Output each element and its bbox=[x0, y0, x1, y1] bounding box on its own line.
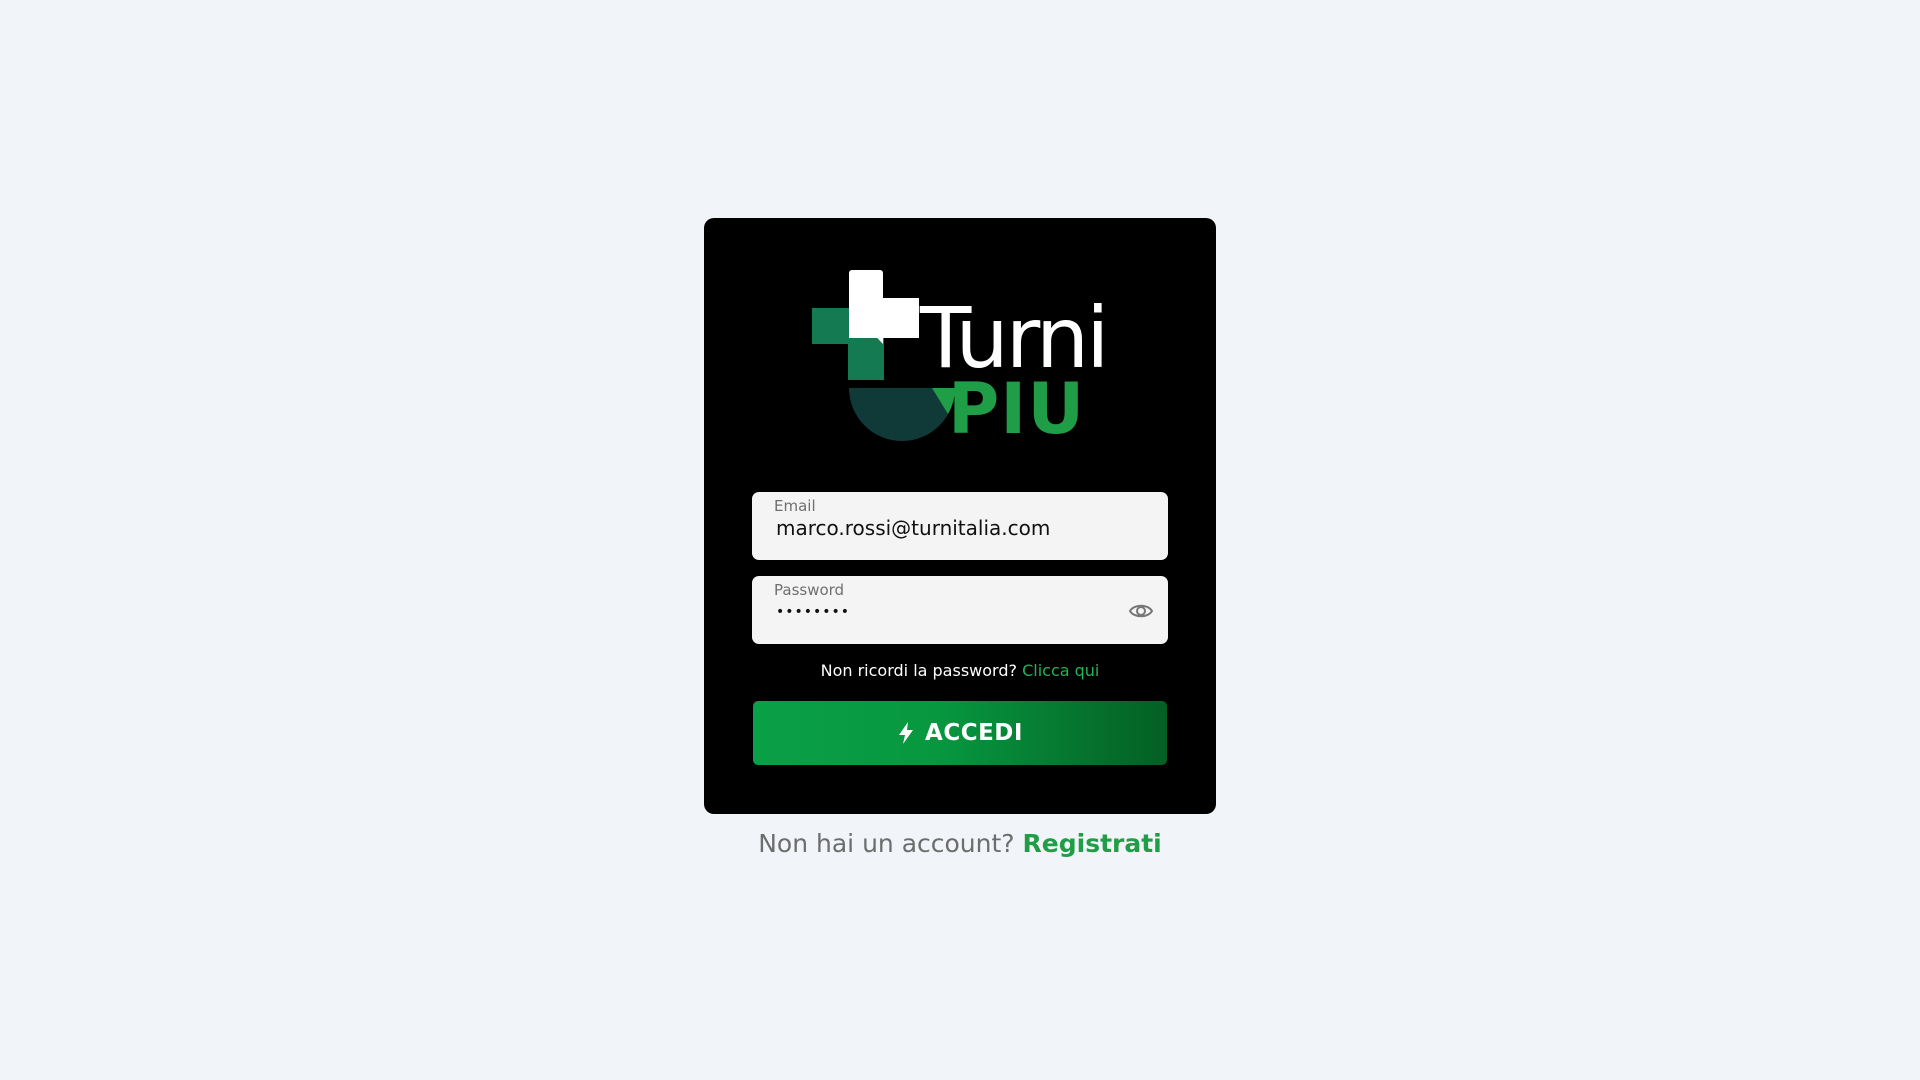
password-field[interactable]: Password bbox=[752, 576, 1168, 644]
login-button-label: ACCEDI bbox=[925, 720, 1023, 746]
login-card: Turni PIU Email Password Non ricordi la … bbox=[704, 218, 1216, 814]
password-input[interactable] bbox=[776, 604, 1136, 620]
brand-name-piu: PIU bbox=[948, 368, 1086, 450]
signup-text: Non hai un account? bbox=[758, 829, 1015, 858]
forgot-password: Non ricordi la password? Clicca qui bbox=[704, 661, 1216, 680]
lightning-icon bbox=[899, 722, 914, 744]
signup-prompt: Non hai un account? Registrati bbox=[704, 829, 1216, 858]
signup-link[interactable]: Registrati bbox=[1023, 829, 1162, 858]
email-field[interactable]: Email bbox=[752, 492, 1168, 560]
email-input[interactable] bbox=[776, 516, 1136, 540]
forgot-password-link[interactable]: Clicca qui bbox=[1022, 661, 1099, 680]
email-label: Email bbox=[774, 497, 816, 515]
password-label: Password bbox=[774, 581, 845, 599]
login-button[interactable]: ACCEDI bbox=[753, 701, 1167, 765]
eye-icon[interactable] bbox=[1128, 600, 1154, 622]
brand-logo: Turni PIU bbox=[812, 268, 1120, 448]
forgot-password-text: Non ricordi la password? bbox=[820, 661, 1017, 680]
